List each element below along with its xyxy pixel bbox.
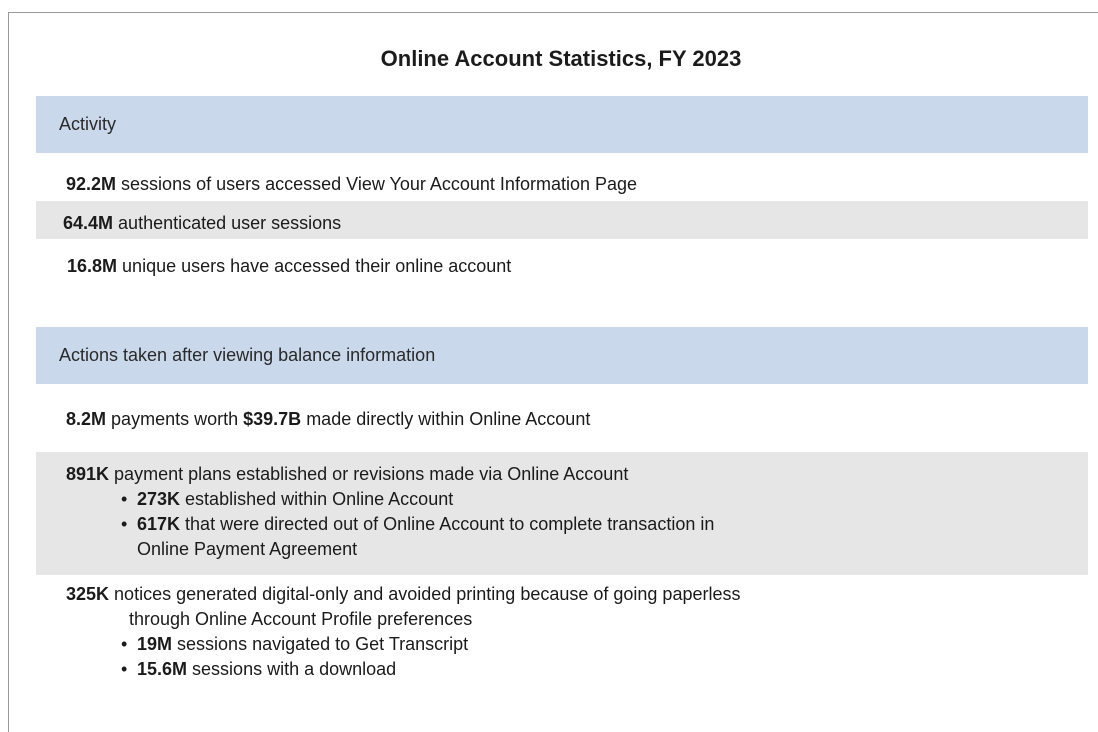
- page-title: Online Account Statistics, FY 2023: [380, 46, 742, 71]
- stat-value: 19M: [137, 634, 173, 654]
- sub-item: 15.6M sessions with a download: [121, 657, 1088, 682]
- sub-item: 273K established within Online Account: [121, 487, 1088, 512]
- stat-value: 617K: [137, 514, 181, 534]
- stat-text: notices generated digital-only and avoid…: [114, 584, 741, 604]
- stat-value: 15.6M: [137, 659, 188, 679]
- stat-row: 92.2M sessions of users accessed View Yo…: [36, 172, 1088, 200]
- stat-row: 64.4M authenticated user sessions: [36, 201, 1088, 239]
- section-header-actions: Actions taken after viewing balance info…: [36, 327, 1088, 384]
- stat-text: that were directed out of Online Account…: [185, 514, 715, 534]
- stat-row: 16.8M unique users have accessed their o…: [36, 254, 1088, 282]
- stat-amount: $39.7B: [243, 409, 302, 429]
- stat-value: 92.2M: [66, 174, 117, 194]
- stat-value: 8.2M: [66, 409, 107, 429]
- stat-value: 64.4M: [63, 213, 114, 233]
- stat-text: sessions navigated to Get Transcript: [177, 634, 469, 654]
- stat-text: established within Online Account: [185, 489, 454, 509]
- section-header-activity: Activity: [36, 96, 1088, 153]
- stat-value: 325K: [66, 584, 110, 604]
- stat-row: 8.2M payments worth $39.7B made directly…: [36, 407, 1088, 435]
- stat-text: sessions of users accessed View Your Acc…: [121, 174, 638, 194]
- stat-text: made directly within Online Account: [306, 409, 591, 429]
- stat-text: unique users have accessed their online …: [122, 256, 512, 276]
- stat-text-continuation: through Online Account Profile preferenc…: [129, 609, 473, 629]
- stat-text-continuation: Online Payment Agreement: [137, 539, 358, 559]
- stat-value: 891K: [66, 464, 110, 484]
- stat-text: sessions with a download: [192, 659, 397, 679]
- sub-item: 617K that were directed out of Online Ac…: [121, 512, 1088, 562]
- stat-text: authenticated user sessions: [118, 213, 342, 233]
- stat-row: 891K payment plans established or revisi…: [36, 452, 1088, 575]
- sub-item: 19M sessions navigated to Get Transcript: [121, 632, 1088, 657]
- stat-value: 16.8M: [67, 256, 118, 276]
- stat-text: payments worth: [111, 409, 239, 429]
- stat-row: 325K notices generated digital-only and …: [36, 582, 1088, 702]
- stat-text: payment plans established or revisions m…: [114, 464, 629, 484]
- stat-value: 273K: [137, 489, 181, 509]
